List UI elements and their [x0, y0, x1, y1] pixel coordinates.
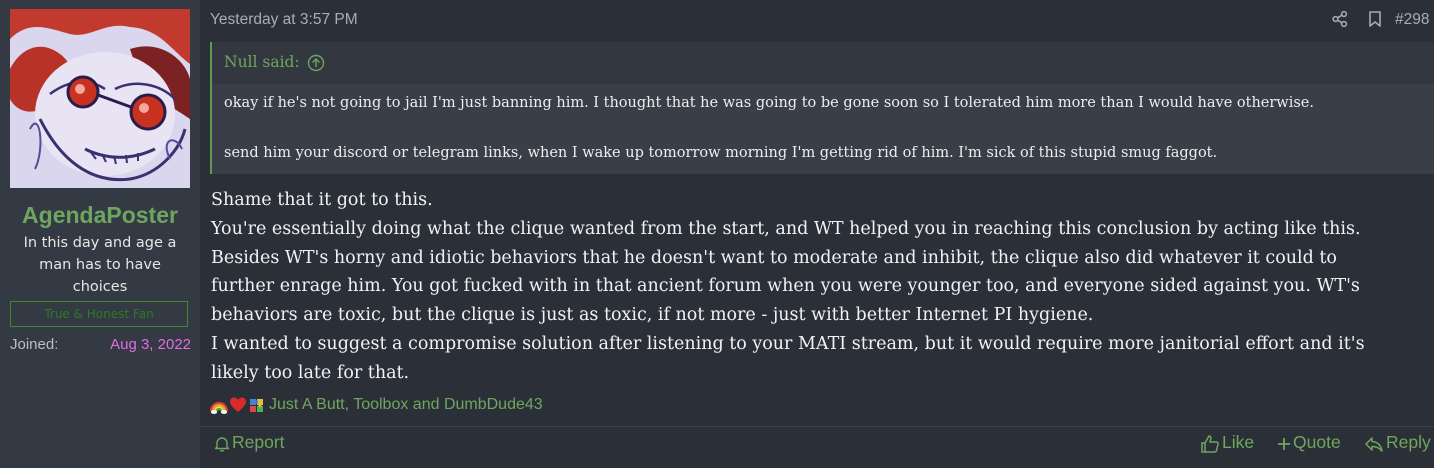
- user-title: In this day and age a man has to have ch…: [23, 235, 177, 295]
- message-line: Besides WT's horny and idiotic behaviors…: [211, 247, 1337, 268]
- thumbs-up-icon: [1201, 435, 1219, 453]
- message-line: likely too late for that.: [211, 362, 410, 383]
- joined-date: Aug 3, 2022: [110, 336, 191, 353]
- message-line: further enrage him. You got fucked with …: [211, 276, 1360, 297]
- puzzle-icon: [250, 399, 263, 412]
- reply-icon: [1365, 437, 1383, 452]
- bookmark-icon[interactable]: [1366, 10, 1384, 28]
- joined-row: Joined: Aug 3, 2022: [10, 336, 191, 356]
- message-line: I wanted to suggest a compromise solutio…: [211, 333, 1365, 354]
- post-number[interactable]: #298: [1395, 11, 1429, 29]
- like-label: Like: [1222, 432, 1255, 452]
- arrow-up-circle-icon[interactable]: [307, 54, 325, 72]
- rainbow-icon: [210, 401, 228, 414]
- quote-text-line: send him your discord or telegram links,…: [224, 145, 1218, 161]
- post-date[interactable]: Yesterday at 3:57 PM: [210, 11, 358, 29]
- plus-icon: [1278, 438, 1290, 450]
- message-line: behaviors are toxic, but the clique is j…: [211, 305, 1094, 326]
- user-banner: True & Honest Fan: [10, 301, 188, 327]
- message-line: Shame that it got to this.: [211, 190, 433, 210]
- quote-label: Quote: [1293, 432, 1341, 452]
- post-footer: Report Like Quote Reply: [200, 432, 1434, 458]
- message-line: You're essentially doing what the clique…: [211, 218, 1361, 239]
- username[interactable]: AgendaPoster: [0, 202, 200, 229]
- user-sidebar: AgendaPoster In this day and age a man h…: [0, 0, 200, 468]
- reply-label: Reply: [1386, 432, 1431, 452]
- avatar[interactable]: [10, 9, 190, 188]
- share-icon[interactable]: [1331, 10, 1349, 28]
- quote-block: Null said: okay if he's not going to jai…: [210, 42, 1434, 174]
- reaction-users[interactable]: Just A Butt, Toolbox and DumbDude43: [269, 396, 543, 414]
- forum-post: AgendaPoster In this day and age a man h…: [0, 0, 1434, 468]
- bell-icon: [214, 437, 230, 452]
- post-main: Yesterday at 3:57 PM #298 Null said: oka…: [200, 0, 1434, 468]
- quote-text-line: okay if he's not going to jail I'm just …: [224, 95, 1314, 111]
- footer-divider: [200, 426, 1434, 427]
- joined-label: Joined:: [10, 336, 59, 353]
- post-message: Shame that it got to this. You're essent…: [211, 186, 1426, 388]
- avatar-image: [10, 9, 190, 188]
- heart-icon: [230, 397, 246, 412]
- quote-header: Null said:: [212, 42, 1434, 84]
- quote-attribution[interactable]: Null said:: [224, 53, 300, 71]
- report-label: Report: [232, 432, 285, 452]
